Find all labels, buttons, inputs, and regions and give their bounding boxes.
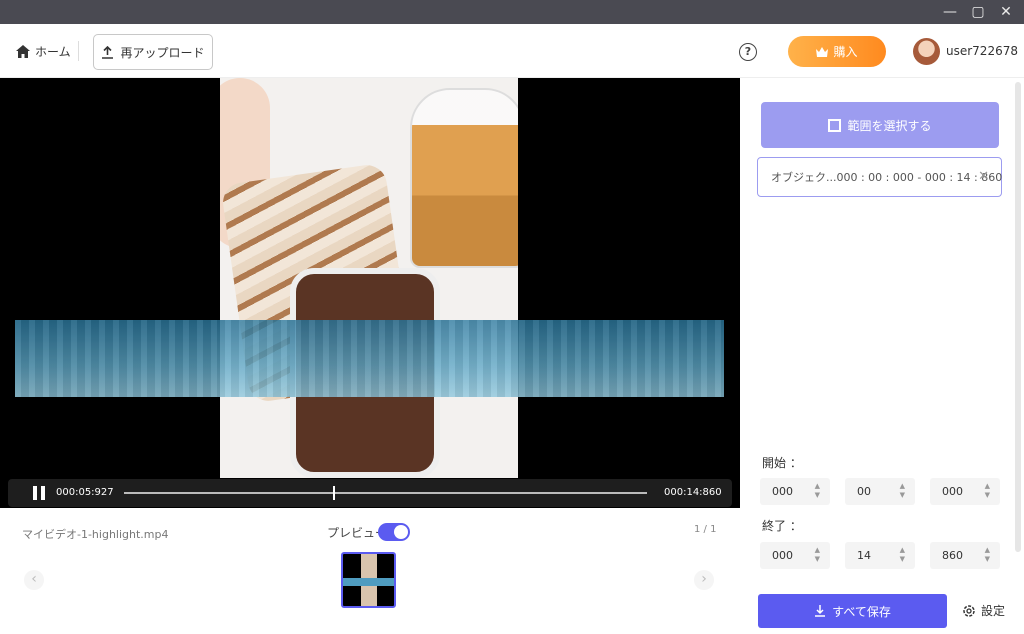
home-button[interactable]: ホーム (16, 41, 71, 61)
gear-icon (963, 604, 975, 617)
close-icon[interactable]: ✕ (978, 169, 989, 184)
reupload-button[interactable]: 再アップロード (93, 34, 213, 70)
header-divider (78, 41, 79, 61)
end-seconds-stepper[interactable]: 14 ▲ ▼ (845, 542, 915, 569)
pause-icon[interactable] (33, 486, 45, 500)
buy-button[interactable]: 購入 (788, 36, 886, 67)
player-controls: 000:05:927 000:14:860 (8, 479, 732, 507)
settings-label: 設定 (981, 604, 1006, 618)
object-item-label: オブジェク...000 : 00 : 000 - 000 : 14 : 860 (771, 171, 1003, 184)
start-label: 開始 ： (762, 456, 802, 470)
stepper-arrows-icon[interactable]: ▲ ▼ (985, 546, 990, 564)
username[interactable]: user722678 (946, 44, 1018, 58)
progress-handle[interactable] (333, 486, 336, 500)
blur-mask-overlay (15, 320, 724, 397)
drink-glass-shape (410, 88, 518, 268)
clip-thumbnail[interactable] (341, 552, 396, 608)
home-icon (16, 44, 30, 58)
video-preview[interactable]: 000:05:927 000:14:860 (0, 78, 740, 508)
reupload-label: 再アップロード (120, 45, 205, 60)
minimize-button[interactable]: — (940, 2, 960, 22)
stepper-arrows-icon[interactable]: ▲ ▼ (900, 546, 905, 564)
object-item[interactable]: オブジェク...000 : 00 : 000 - 000 : 14 : 860 … (757, 157, 1002, 197)
start-millis-stepper[interactable]: 000 ▲ ▼ (930, 478, 1000, 505)
save-all-button[interactable]: すべて保存 (758, 594, 947, 628)
select-range-label: 範囲を選択する (847, 118, 932, 133)
stepper-arrows-icon[interactable]: ▲ ▼ (815, 482, 820, 500)
panel-scrollbar[interactable] (1015, 82, 1021, 552)
help-icon[interactable]: ? (739, 43, 757, 61)
preview-toggle[interactable] (378, 523, 410, 541)
stepper-arrows-icon[interactable]: ▲ ▼ (900, 482, 905, 500)
stepper-arrows-icon[interactable]: ▲ ▼ (985, 482, 990, 500)
stepper-arrows-icon[interactable]: ▲ ▼ (815, 546, 820, 564)
prev-arrow-icon[interactable]: ‹ (24, 570, 44, 590)
buy-label: 購入 (833, 45, 858, 59)
save-all-label: すべて保存 (832, 604, 891, 619)
end-minutes-stepper[interactable]: 000 ▲ ▼ (760, 542, 830, 569)
page-indicator: 1 / 1 (694, 524, 717, 535)
thumbnail-mask (343, 578, 394, 586)
close-window-button[interactable]: ✕ (996, 2, 1016, 22)
selection-icon (828, 118, 842, 132)
title-bar: — ▢ ✕ (0, 0, 1024, 24)
settings-button[interactable]: 設定 (962, 602, 1005, 619)
current-time: 000:05:927 (56, 487, 114, 498)
end-time: 000:14:860 (664, 487, 722, 498)
crown-icon (816, 46, 829, 57)
header: ホーム 再アップロード ? 購入 user722678 (0, 24, 1024, 78)
file-name: マイビデオ-1-highlight.mp4 (22, 528, 169, 541)
upload-icon (102, 45, 114, 59)
home-label: ホーム (35, 44, 71, 59)
progress-track[interactable] (124, 486, 647, 500)
next-arrow-icon[interactable]: › (694, 570, 714, 590)
video-frame (220, 78, 518, 478)
start-minutes-stepper[interactable]: 000 ▲ ▼ (760, 478, 830, 505)
avatar[interactable] (913, 38, 940, 65)
select-range-button[interactable]: 範囲を選択する (761, 102, 999, 148)
download-icon (815, 605, 826, 617)
start-seconds-stepper[interactable]: 00 ▲ ▼ (845, 478, 915, 505)
maximize-button[interactable]: ▢ (968, 2, 988, 22)
end-label: 終了 ： (762, 519, 802, 533)
end-millis-stepper[interactable]: 860 ▲ ▼ (930, 542, 1000, 569)
